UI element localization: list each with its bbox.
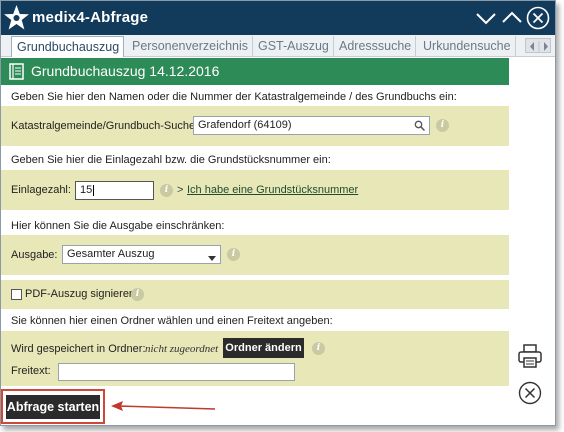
- ordner-value: nicht zugeordnet: [145, 343, 219, 355]
- ausgabe-label: Ausgabe:: [11, 249, 58, 261]
- info-icon[interactable]: i: [227, 248, 240, 261]
- tab-adresssuche[interactable]: Adresssuche: [334, 36, 417, 57]
- katastral-label: Katastralgemeinde/Grundbuch-Suche:: [11, 120, 199, 132]
- ausgabe-select[interactable]: Gesamter Auszug: [62, 245, 221, 264]
- close-circle-icon[interactable]: [526, 6, 550, 30]
- section-header: Grundbuchauszug 14.12.2016: [1, 58, 509, 85]
- app-window: medix4-Abfrage Grundbuchauszug Personenv…: [0, 0, 556, 426]
- ordner-aendern-button[interactable]: Ordner ändern: [223, 338, 304, 358]
- pdf-sign-label: PDF-Auszug signieren: [25, 288, 136, 300]
- dropdown-arrow-icon: [208, 252, 216, 264]
- einlage-label: Einlagezahl:: [11, 184, 71, 196]
- annotation-arrow: [111, 401, 216, 411]
- info-icon[interactable]: i: [160, 184, 173, 197]
- chevron-up-icon[interactable]: [500, 6, 524, 30]
- einlagezahl-value: 15: [80, 184, 93, 196]
- query-form: Grundbuchauszug 14.12.2016 Geben Sie hie…: [1, 57, 511, 425]
- tab-scroll-arrows[interactable]: [525, 38, 551, 53]
- pdf-sign-checkbox[interactable]: [11, 289, 22, 300]
- title-bar: medix4-Abfrage: [1, 1, 555, 35]
- abfrage-starten-button[interactable]: Abfrage starten: [6, 395, 100, 419]
- text-cursor: [93, 184, 95, 196]
- star-logo-icon: [3, 4, 30, 31]
- einlage-row: Einlagezahl: 15 i > Ich habe eine Grunds…: [1, 170, 509, 210]
- katastral-search-input[interactable]: Grafendorf (64109): [193, 116, 430, 135]
- grundstuecksnummer-link[interactable]: Ich habe eine Grundstücksnummer: [187, 184, 358, 196]
- einlagezahl-input[interactable]: 15: [75, 181, 154, 200]
- chevron-down-icon[interactable]: [474, 6, 498, 30]
- ordner-instruction: Sie können hier einen Ordner wählen und …: [11, 315, 333, 327]
- tab-personenverzeichnis[interactable]: Personenverzeichnis: [127, 36, 254, 57]
- search-icon[interactable]: [414, 120, 426, 132]
- info-icon[interactable]: i: [436, 119, 449, 132]
- freitext-input[interactable]: [58, 363, 295, 381]
- tab-gst-auszug[interactable]: GST-Auszug: [253, 36, 334, 57]
- info-icon[interactable]: i: [131, 288, 144, 301]
- info-icon[interactable]: i: [312, 342, 325, 355]
- window-title: medix4-Abfrage: [32, 9, 149, 26]
- close-circle-icon[interactable]: [518, 381, 542, 405]
- book-icon: [9, 63, 24, 80]
- pdf-row: PDF-Auszug signieren i: [1, 280, 509, 309]
- ausgabe-instruction: Hier können Sie die Ausgabe einschränken…: [11, 220, 225, 232]
- ordner-label: Wird gespeichert in Ordner:: [11, 343, 146, 355]
- katastral-instruction: Geben Sie hier den Namen oder die Nummer…: [11, 91, 457, 103]
- link-arrow: >: [177, 184, 184, 196]
- tab-bar: Grundbuchauszug Personenverzeichnis GST-…: [1, 35, 555, 57]
- katastral-search-value: Grafendorf (64109): [198, 119, 292, 131]
- freitext-label: Freitext:: [11, 365, 51, 377]
- ausgabe-selected-value: Gesamter Auszug: [67, 248, 155, 260]
- printer-icon[interactable]: [517, 343, 543, 369]
- ausgabe-row: Ausgabe: Gesamter Auszug i: [1, 235, 509, 275]
- tab-grundbuchauszug[interactable]: Grundbuchauszug: [11, 36, 125, 57]
- tab-urkundensuche[interactable]: Urkundensuche: [418, 36, 516, 57]
- einlage-instruction: Geben Sie hier die Einlagezahl bzw. die …: [11, 154, 331, 166]
- ordner-row: Wird gespeichert in Ordner: nicht zugeor…: [1, 331, 509, 386]
- katastral-row: Katastralgemeinde/Grundbuch-Suche: Grafe…: [1, 106, 509, 146]
- section-title: Grundbuchauszug 14.12.2016: [31, 63, 220, 79]
